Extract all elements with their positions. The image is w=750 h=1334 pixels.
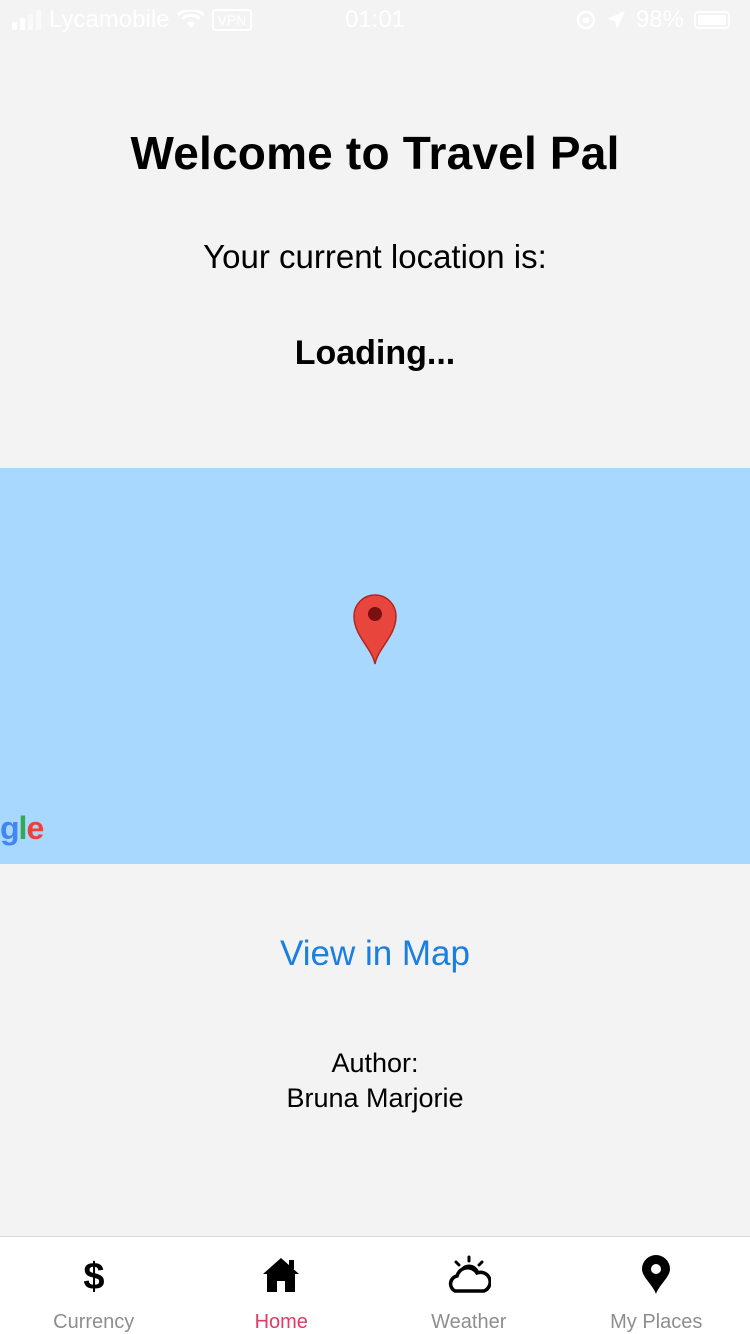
tab-label: Home	[254, 1311, 308, 1333]
tab-bar: $ Currency Home Weather My Places	[0, 1236, 750, 1334]
tab-weather[interactable]: Weather	[375, 1237, 563, 1334]
author-name: Bruna Marjorie	[286, 1083, 464, 1113]
battery-icon	[694, 11, 730, 29]
author-block: Author: Bruna Marjorie	[0, 1046, 750, 1116]
tab-label: Currency	[53, 1311, 135, 1333]
battery-percent: 98%	[635, 6, 684, 33]
google-logo: gle	[0, 810, 44, 846]
tab-home[interactable]: Home	[188, 1237, 376, 1334]
current-location: Loading...	[294, 334, 456, 372]
tab-my-places[interactable]: My Places	[563, 1237, 750, 1334]
weather-icon	[447, 1253, 491, 1297]
view-in-map-link[interactable]: View in Map	[0, 934, 750, 974]
page-title: Welcome to Travel Pal	[130, 127, 620, 179]
status-right: 98%	[576, 6, 730, 34]
dollar-icon: $	[72, 1253, 116, 1297]
tab-label: Weather	[431, 1311, 507, 1333]
tab-label: My Places	[610, 1311, 703, 1333]
home-icon	[259, 1253, 303, 1297]
place-pin-icon	[634, 1253, 678, 1297]
location-caption: Your current location is:	[203, 238, 547, 275]
home-screen: Lycamobile VPN 01:01 98% Welcome to Trav…	[0, 0, 750, 1334]
location-arrow-icon	[606, 11, 625, 29]
author-label: Author:	[331, 1048, 419, 1078]
map-pin-icon[interactable]	[350, 588, 400, 668]
svg-text:$: $	[83, 1256, 104, 1295]
tab-currency[interactable]: $ Currency	[0, 1237, 188, 1334]
orientation-lock-icon	[576, 10, 596, 30]
status-bar: Lycamobile VPN 01:01 98%	[0, 0, 750, 40]
